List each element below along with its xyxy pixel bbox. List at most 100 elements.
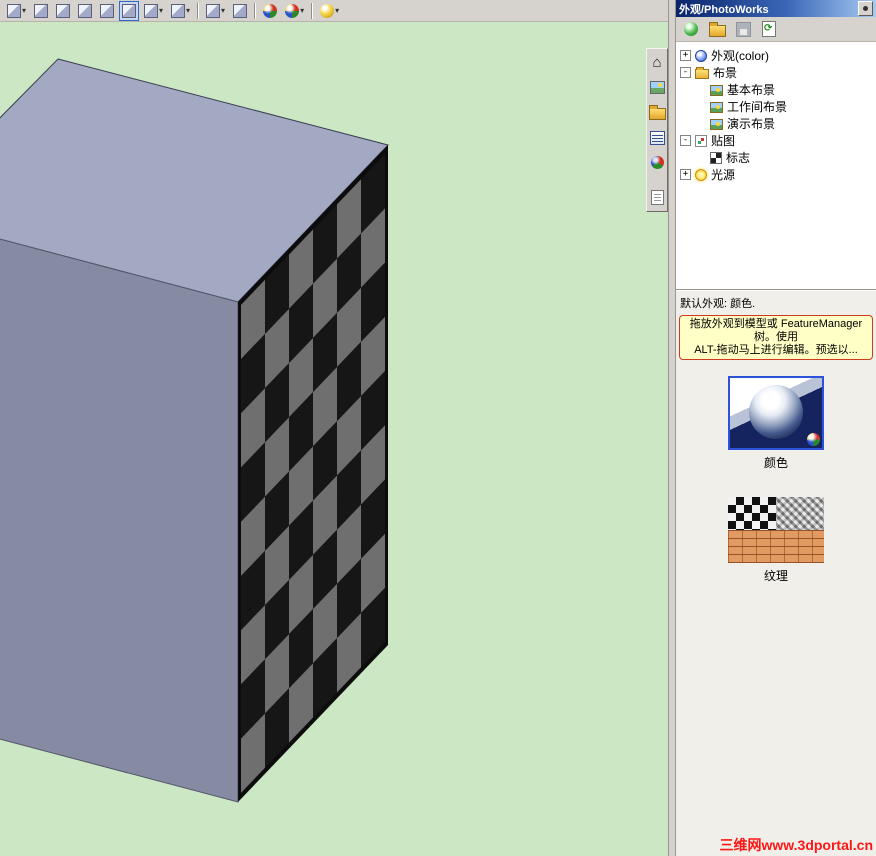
dropdown-arrow-icon: ▾ [335, 6, 340, 15]
tree-item-basic-scenes[interactable]: 基本布景 [676, 81, 876, 98]
texture-preview[interactable]: 纹理 [676, 497, 876, 584]
tree-item-label: 外观(color) [711, 49, 770, 63]
model-box[interactable] [0, 58, 389, 803]
scenes-icon [695, 67, 709, 79]
main-area: ▾ ▾ ▾ ▾ ▾ ▾ ⌂ [0, 0, 668, 856]
camera-views-button[interactable] [230, 1, 250, 21]
rgb-ball-icon [807, 433, 820, 446]
tree-item-lights[interactable]: + 光源 [676, 166, 876, 183]
hidden-lines-removed-button[interactable] [75, 1, 95, 21]
hint-line-1: 拖放外观到模型或 FeatureManager [689, 318, 863, 330]
box-left-face[interactable] [0, 214, 239, 803]
section-view-icon [171, 3, 186, 18]
photoworks-preview-button[interactable] [647, 77, 668, 98]
presentation-scenes-icon [710, 118, 723, 130]
photoworks-render-area-button[interactable]: ▾ [282, 1, 307, 21]
photoworks-open-button[interactable] [647, 102, 668, 123]
shaded-button[interactable] [119, 0, 140, 21]
shaded-with-edges-button[interactable] [97, 1, 117, 21]
shaded-with-edges-icon [100, 3, 115, 18]
photoworks-notes-icon [650, 190, 664, 205]
appearance-target-button[interactable]: ▾ [317, 1, 342, 21]
tree-item-label: 工作间布景 [727, 100, 788, 114]
tree-item-presentation-scenes[interactable]: 演示布景 [676, 115, 876, 132]
tree-item-appearance-color[interactable]: + 外观(color) [676, 47, 876, 64]
photoworks-home-icon: ⌂ [652, 54, 662, 71]
tree-item-label: 基本布景 [727, 83, 776, 97]
photoworks-colors-button[interactable] [647, 152, 668, 173]
application-window: ▾ ▾ ▾ ▾ ▾ ▾ ⌂ 外观/PhotoWorks + 外观(color) - 布景基本布景… [0, 0, 876, 856]
photoworks-layout-button[interactable] [647, 127, 668, 148]
photoworks-layout-icon [649, 130, 665, 145]
photoworks-render-button[interactable] [260, 1, 280, 21]
color-preview-label: 颜色 [763, 456, 788, 470]
photoworks-colors-icon [650, 156, 664, 169]
dropdown-arrow-icon: ▾ [221, 6, 226, 15]
standard-views-icon [206, 3, 221, 18]
dropdown-arrow-icon: ▾ [300, 6, 305, 15]
metal-swatch-icon [776, 497, 824, 530]
photoworks-render-area-icon [285, 3, 300, 18]
shaded-icon [122, 3, 137, 18]
panel-toolbar [676, 17, 876, 42]
toolbar-separator [197, 2, 200, 19]
toolbar-separator [311, 2, 314, 19]
photoworks-preview-icon [649, 81, 665, 94]
tree-item-logos[interactable]: 标志 [676, 149, 876, 166]
standard-views-button[interactable]: ▾ [203, 1, 228, 21]
update-preview-icon [762, 21, 776, 37]
hint-note: 拖放外观到模型或 FeatureManager 树。使用 ALT-拖动马上进行编… [679, 315, 873, 360]
section-view-button[interactable]: ▾ [168, 1, 193, 21]
hidden-lines-visible-button[interactable] [53, 1, 73, 21]
save-icon [735, 21, 751, 37]
photoworks-open-icon [648, 105, 666, 120]
photoworks-panel: 外观/PhotoWorks + 外观(color) - 布景基本布景工作间布景演示布景… [676, 0, 876, 856]
tree-item-label: 演示布景 [727, 117, 776, 131]
panel-title: 外观/PhotoWorks [679, 3, 769, 16]
tree-expander-icon[interactable]: - [680, 135, 691, 146]
panel-title-bar: 外观/PhotoWorks [676, 0, 876, 17]
tree-item-decals[interactable]: - 贴图 [676, 132, 876, 149]
tree-expander-icon[interactable]: - [680, 67, 691, 78]
wireframe-icon [34, 3, 49, 18]
graphics-viewport[interactable]: ⌂ [0, 22, 668, 856]
hint-line-2: 树。使用 [754, 331, 798, 343]
chrome-sphere-icon [749, 385, 803, 439]
update-preview-button[interactable] [757, 18, 781, 40]
texture-preview-label: 纹理 [763, 569, 788, 583]
dropdown-arrow-icon: ▾ [186, 6, 191, 15]
panel-splitter[interactable] [668, 0, 676, 856]
viewport-3d[interactable] [0, 22, 668, 856]
main-toolbar: ▾ ▾ ▾ ▾ ▾ ▾ [0, 0, 668, 22]
watermark: 三维网www.3dportal.cn [719, 837, 874, 853]
tree-item-label: 光源 [711, 168, 736, 182]
photoworks-render-icon [263, 3, 278, 18]
tree-expander-icon[interactable]: + [680, 169, 691, 180]
tree-item-scenes[interactable]: - 布景 [676, 64, 876, 81]
save-button[interactable] [731, 18, 755, 40]
tree-item-label: 布景 [713, 66, 738, 80]
appearance-color-icon [695, 50, 707, 62]
wireframe-button[interactable] [31, 1, 51, 21]
open-archive-button[interactable] [705, 18, 729, 40]
panel-pin-button[interactable] [858, 1, 873, 16]
shadows-in-shaded-mode-icon [144, 3, 159, 18]
pin-icon [863, 6, 868, 11]
add-appearance-button[interactable] [679, 18, 703, 40]
panel-info-area: 默认外观: 颜色. 拖放外观到模型或 FeatureManager 树。使用 A… [676, 290, 876, 856]
tree-expander-icon[interactable]: + [680, 50, 691, 61]
shadows-in-shaded-mode-button[interactable]: ▾ [141, 1, 166, 21]
appearance-tree: + 外观(color) - 布景基本布景工作间布景演示布景 - 贴图标志 + 光源 [676, 42, 876, 290]
tree-item-studio-scenes[interactable]: 工作间布景 [676, 98, 876, 115]
photoworks-home-button[interactable]: ⌂ [647, 52, 668, 73]
texture-preview-image [728, 497, 824, 563]
hidden-lines-visible-icon [56, 3, 71, 18]
color-preview[interactable]: 颜色 [676, 376, 876, 471]
view-orientation-button[interactable]: ▾ [4, 1, 29, 21]
dropdown-arrow-icon: ▾ [22, 6, 27, 15]
photoworks-notes-button[interactable] [647, 187, 668, 208]
tree-item-label: 标志 [726, 151, 751, 165]
checker-swatch-icon [728, 497, 776, 530]
view-orientation-icon [7, 3, 21, 18]
dropdown-arrow-icon: ▾ [159, 6, 164, 15]
